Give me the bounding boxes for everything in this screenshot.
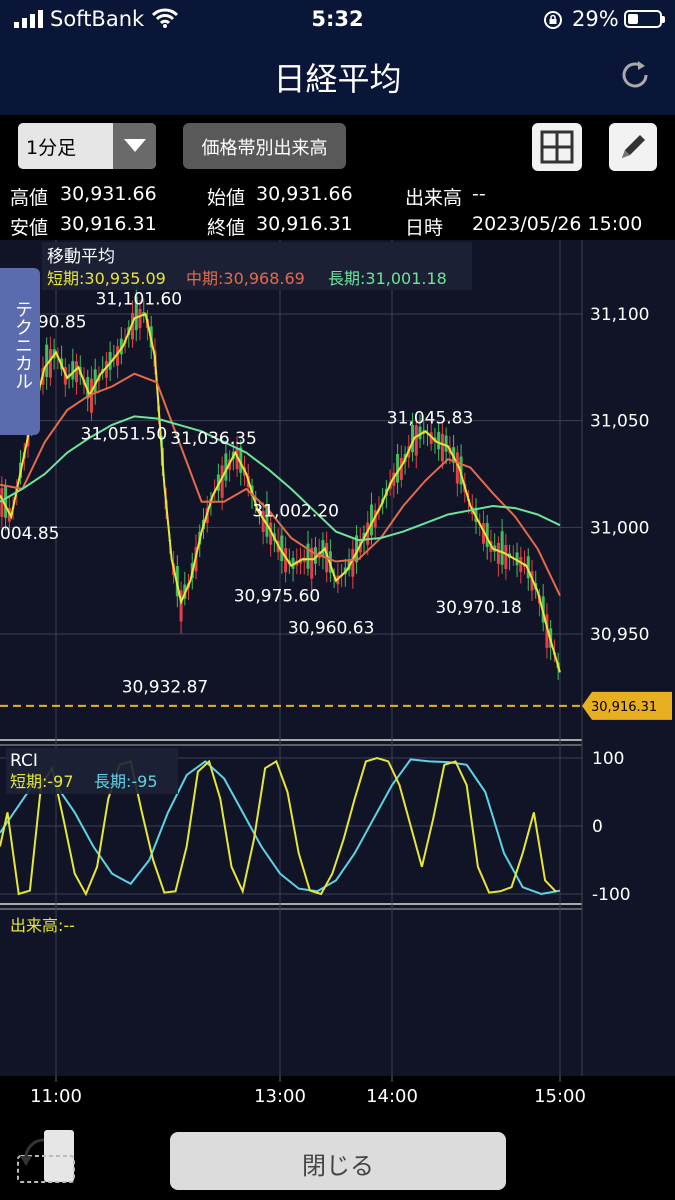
ma-legend-short: 短期:30,935.09 — [47, 269, 166, 288]
rci-legend-short: 短期:-97 — [10, 772, 74, 791]
candle-body — [500, 531, 504, 565]
ma-legend-long: 長期:31,001.18 — [328, 269, 447, 288]
period-value: 1分足 — [26, 137, 77, 159]
price-annotation: 30,960.63 — [288, 618, 375, 638]
candle-body — [519, 556, 523, 572]
price-annotation: 31,002.20 — [252, 502, 339, 522]
x-axis: 11:00 13:00 14:00 15:00 — [0, 1076, 675, 1118]
volume-label: 出来高 — [405, 187, 463, 209]
volume-legend: 出来高:-- — [10, 916, 75, 935]
price-annotation: 31,036.35 — [170, 429, 257, 449]
candle-body — [45, 344, 49, 377]
price-annotation: 30,932.87 — [122, 678, 209, 698]
candle-body — [48, 349, 52, 378]
candle-body — [75, 361, 79, 383]
candle-body — [396, 454, 400, 483]
period-dropdown[interactable]: 1分足 — [18, 123, 156, 169]
candle-body — [496, 542, 500, 564]
close-value: 30,916.31 — [256, 213, 353, 235]
battery-icon — [624, 10, 665, 28]
candle-body — [138, 308, 142, 329]
price-volume-button[interactable]: 価格帯別出来高 — [183, 123, 346, 169]
bottom-bar: 閉じる — [0, 1118, 675, 1200]
price-annotation: 004.85 — [0, 524, 59, 544]
high-value: 30,931.66 — [60, 183, 157, 205]
open-value: 30,931.66 — [256, 183, 353, 205]
pencil-icon — [622, 135, 645, 158]
price-annotation: 31,051.50 — [81, 424, 168, 444]
price-tick-label: 31,050 — [590, 412, 649, 432]
battery-percentage: 29% — [572, 7, 619, 31]
grid-button[interactable] — [532, 123, 582, 171]
price-tick-label: 31,000 — [590, 518, 649, 538]
low-value: 30,916.31 — [60, 213, 157, 235]
page-title: 日経平均 — [273, 60, 402, 98]
candle-body — [504, 544, 508, 570]
price-tick-label: 31,100 — [590, 305, 649, 325]
price-annotation: 30,975.60 — [234, 586, 321, 606]
ohlc-panel: 高値 30,931.66 始値 30,931.66 出来高 -- 安値 30,9… — [0, 180, 675, 240]
candle-body — [440, 433, 444, 462]
ma-legend-mid: 中期:30,968.69 — [186, 269, 305, 288]
rci-tick-label: 0 — [592, 817, 603, 837]
chevron-down-icon — [113, 123, 156, 169]
volume-value: -- — [472, 183, 486, 205]
high-label: 高値 — [10, 187, 49, 209]
close-label: 終値 — [207, 217, 246, 239]
refresh-icon[interactable] — [617, 57, 653, 93]
status-bar: SoftBank 5:32 29% — [0, 0, 675, 40]
price-tick-label: 30,950 — [590, 625, 649, 645]
candle-body — [414, 425, 418, 456]
candle-body — [444, 435, 448, 452]
close-button[interactable]: 閉じる — [170, 1132, 506, 1190]
current-price-label: 30,916.31 — [591, 700, 657, 715]
rci-tick-label: -100 — [592, 885, 631, 905]
title-bar: 日経平均 — [0, 40, 675, 115]
candle-body — [437, 431, 441, 450]
chart-toolbar: 1分足 価格帯別出来高 — [0, 115, 675, 180]
ma-legend-title: 移動平均 — [47, 247, 115, 267]
rotation-lock-icon — [544, 11, 562, 29]
datetime-label: 日時 — [405, 217, 444, 239]
time-tick-label: 11:00 — [30, 1086, 82, 1107]
low-label: 安値 — [10, 217, 49, 239]
open-label: 始値 — [207, 187, 246, 209]
technical-tab[interactable]: テクニカル — [0, 268, 40, 435]
datetime-value: 2023/05/26 15:00 — [472, 213, 643, 235]
technical-tab-label: テクニカル — [12, 300, 33, 390]
rci-tick-label: 100 — [592, 749, 624, 769]
time-tick-label: 15:00 — [534, 1086, 586, 1107]
rci-legend-title: RCI — [10, 751, 38, 771]
price-chart[interactable]: 31,101.6031,090.8531,051.50 31,036.3531,0… — [0, 240, 675, 1076]
price-annotation: 31,045.83 — [387, 409, 474, 429]
grid-icon — [540, 130, 574, 164]
draw-button[interactable] — [609, 123, 657, 171]
rci-legend-long: 長期:-95 — [94, 772, 158, 791]
time-tick-label: 14:00 — [366, 1086, 418, 1107]
price-annotation: 31,101.60 — [96, 290, 183, 310]
chart-area[interactable]: 31,101.60 31,090.85 31,051.50 31,036.35 31,0… — [0, 240, 675, 1076]
rotate-screen-icon[interactable] — [14, 1130, 78, 1186]
price-annotation: 30,970.18 — [435, 598, 522, 618]
time-tick-label: 13:00 — [254, 1086, 306, 1107]
